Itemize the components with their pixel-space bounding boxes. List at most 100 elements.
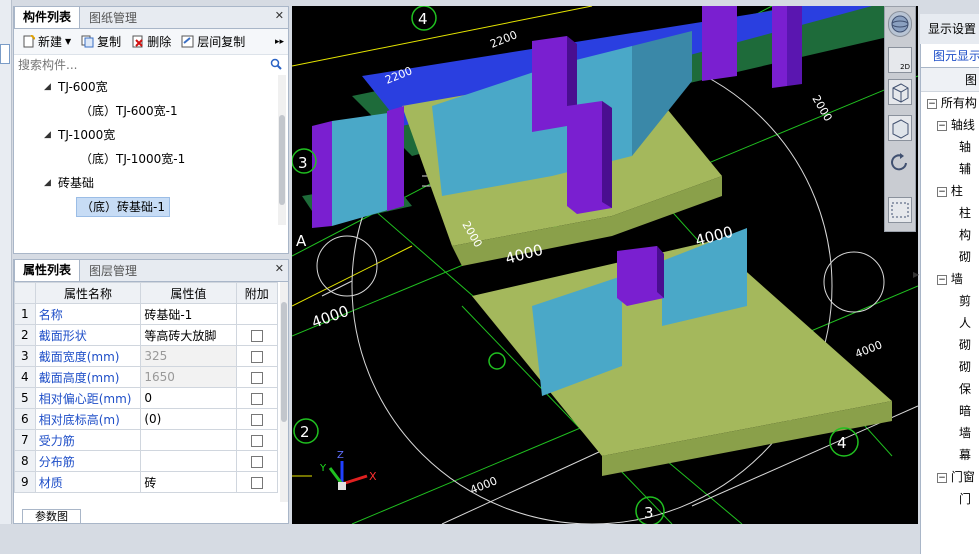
extra-checkbox[interactable] <box>250 434 263 447</box>
axis-gizmo: Z Y X <box>319 450 377 490</box>
rotate-button[interactable] <box>888 151 912 177</box>
expand-toggle-icon[interactable]: − <box>937 120 947 131</box>
extra-checkbox[interactable] <box>250 476 263 489</box>
property-row[interactable]: 9 材质砖 <box>14 471 279 493</box>
display-tree-item[interactable]: − 门窗 <box>921 466 979 488</box>
property-value[interactable] <box>140 450 237 472</box>
display-tree-item[interactable]: 人 <box>921 312 979 334</box>
property-value[interactable]: 等高砖大放脚 <box>140 324 237 346</box>
display-tree-item[interactable]: 剪 <box>921 290 979 312</box>
display-tree-item[interactable]: 幕 <box>921 444 979 466</box>
collapse-triangle-icon[interactable]: ◢ <box>44 171 51 195</box>
property-row[interactable]: 4 截面高度(mm) 1650 <box>14 366 279 388</box>
display-tree-item[interactable]: 门 <box>921 488 979 510</box>
extra-checkbox[interactable] <box>250 350 263 363</box>
tree-node-label: 砖基础 <box>58 176 95 190</box>
tab-parameter-diagram[interactable]: 参数图 <box>22 509 81 523</box>
view-3d-button[interactable] <box>888 79 912 105</box>
display-tree-item[interactable]: 砌 <box>921 246 979 268</box>
extra-checkbox[interactable] <box>250 413 263 426</box>
display-tree-item[interactable]: − 轴线 <box>921 114 979 136</box>
model-canvas[interactable]: 4 3 A 2 4 3 2200 2200 4000 4000 4000 400… <box>292 6 918 524</box>
new-button[interactable]: 新建 ▼ <box>18 31 75 53</box>
extra-checkbox[interactable] <box>250 371 263 384</box>
display-tree-item[interactable]: 柱 <box>921 202 979 224</box>
close-icon[interactable]: ✕ <box>275 9 284 22</box>
tree-scrollbar[interactable] <box>278 75 286 225</box>
collapse-triangle-icon[interactable]: ◢ <box>44 75 51 99</box>
tab-component-list[interactable]: 构件列表 <box>14 6 81 28</box>
property-value[interactable]: 砖 <box>140 471 237 493</box>
property-value[interactable]: 325 <box>140 345 237 367</box>
property-row[interactable]: 3 截面宽度(mm) 325 <box>14 345 279 367</box>
property-value[interactable]: 1650 <box>140 366 237 388</box>
view-box-button[interactable] <box>888 115 912 141</box>
expand-toggle-icon[interactable]: − <box>937 472 947 483</box>
property-value[interactable]: (0) <box>140 408 237 430</box>
more-tools-icon[interactable]: ▸▸ <box>275 37 284 47</box>
expand-toggle-icon[interactable]: − <box>937 274 947 285</box>
property-row[interactable]: 1 名称 砖基础-1 <box>14 303 279 325</box>
delete-button[interactable]: 删除 <box>127 31 175 53</box>
collapsed-panel-handle[interactable] <box>0 44 10 64</box>
copy-button[interactable]: 复制 <box>77 31 125 53</box>
display-tree-item[interactable]: 墙 <box>921 422 979 444</box>
extra-checkbox[interactable] <box>250 329 263 342</box>
tree-leaf-tj600-1[interactable]: （底）TJ-600宽-1 <box>14 99 288 123</box>
tree-node-tj1000[interactable]: ◢ TJ-1000宽 <box>14 123 288 147</box>
property-value[interactable]: 0 <box>140 387 237 409</box>
extra-checkbox[interactable] <box>250 392 263 405</box>
svg-text:2200: 2200 <box>488 28 519 51</box>
property-row[interactable]: 2 截面形状 等高砖大放脚 <box>14 324 279 346</box>
property-row[interactable]: 6 相对底标高(m) (0) <box>14 408 279 430</box>
svg-text:4: 4 <box>418 10 428 28</box>
row-index: 8 <box>14 450 36 472</box>
tree-leaf-brick-foundation-1[interactable]: （底）砖基础-1 <box>14 195 288 219</box>
search-input[interactable] <box>14 55 288 75</box>
layout-button[interactable] <box>888 197 912 223</box>
orbit-handle-left[interactable] <box>316 235 378 297</box>
display-tree-item[interactable]: − 所有构 <box>921 92 979 114</box>
display-tree-item[interactable]: 暗 <box>921 400 979 422</box>
expand-toggle-icon[interactable]: − <box>937 186 947 197</box>
close-icon[interactable]: ✕ <box>275 262 284 275</box>
3d-viewport[interactable]: 4 3 A 2 4 3 2200 2200 4000 4000 4000 400… <box>292 6 918 524</box>
orbit-handle-right[interactable] <box>823 251 885 313</box>
display-tree-item[interactable]: − 墙 <box>921 268 979 290</box>
collapse-triangle-icon[interactable]: ◢ <box>44 123 51 147</box>
dynamic-observe-button[interactable] <box>888 11 912 37</box>
display-tree-item[interactable]: 砌 <box>921 334 979 356</box>
extra-checkbox[interactable] <box>250 455 263 468</box>
property-row[interactable]: 8 分布筋 <box>14 450 279 472</box>
scrollbar-thumb[interactable] <box>279 115 285 205</box>
copy-button-label: 复制 <box>97 35 122 49</box>
display-tree-item[interactable]: − 柱 <box>921 180 979 202</box>
property-value[interactable]: 砖基础-1 <box>140 303 237 325</box>
display-tree-item[interactable]: 砌 <box>921 356 979 378</box>
tab-property-list[interactable]: 属性列表 <box>14 259 81 281</box>
tab-element-display[interactable]: 图元显示 <box>921 44 979 68</box>
display-tree-item[interactable]: 轴 <box>921 136 979 158</box>
tree-leaf-tj1000-1[interactable]: （底）TJ-1000宽-1 <box>14 147 288 171</box>
scrollbar-thumb[interactable] <box>281 302 287 422</box>
tree-leaf-label-selected: （底）砖基础-1 <box>76 197 170 217</box>
property-scrollbar[interactable] <box>280 282 288 502</box>
tab-drawing-management[interactable]: 图纸管理 <box>80 7 146 28</box>
display-tree-item[interactable]: 构 <box>921 224 979 246</box>
extra-cell <box>235 450 279 472</box>
extra-cell <box>235 345 279 367</box>
tree-node-brick-foundation[interactable]: ◢ 砖基础 <box>14 171 288 195</box>
floor-copy-button[interactable]: 层间复制 <box>177 31 249 53</box>
expand-toggle-icon[interactable]: − <box>927 98 937 109</box>
view-2d-button[interactable]: 2D <box>888 47 912 73</box>
property-row[interactable]: 5 相对偏心距(mm) 0 <box>14 387 279 409</box>
tab-layer-management[interactable]: 图层管理 <box>80 260 146 281</box>
display-tree-item[interactable]: 辅 <box>921 158 979 180</box>
property-value[interactable] <box>140 429 237 451</box>
display-tree-item[interactable]: 保 <box>921 378 979 400</box>
display-tree-label: 门窗 <box>950 470 975 484</box>
property-row[interactable]: 7 受力筋 <box>14 429 279 451</box>
search-icon[interactable] <box>270 58 282 73</box>
tree-node-tj600[interactable]: ◢ TJ-600宽 <box>14 75 288 99</box>
panel-collapse-arrow-icon[interactable]: ▶ <box>913 270 920 286</box>
